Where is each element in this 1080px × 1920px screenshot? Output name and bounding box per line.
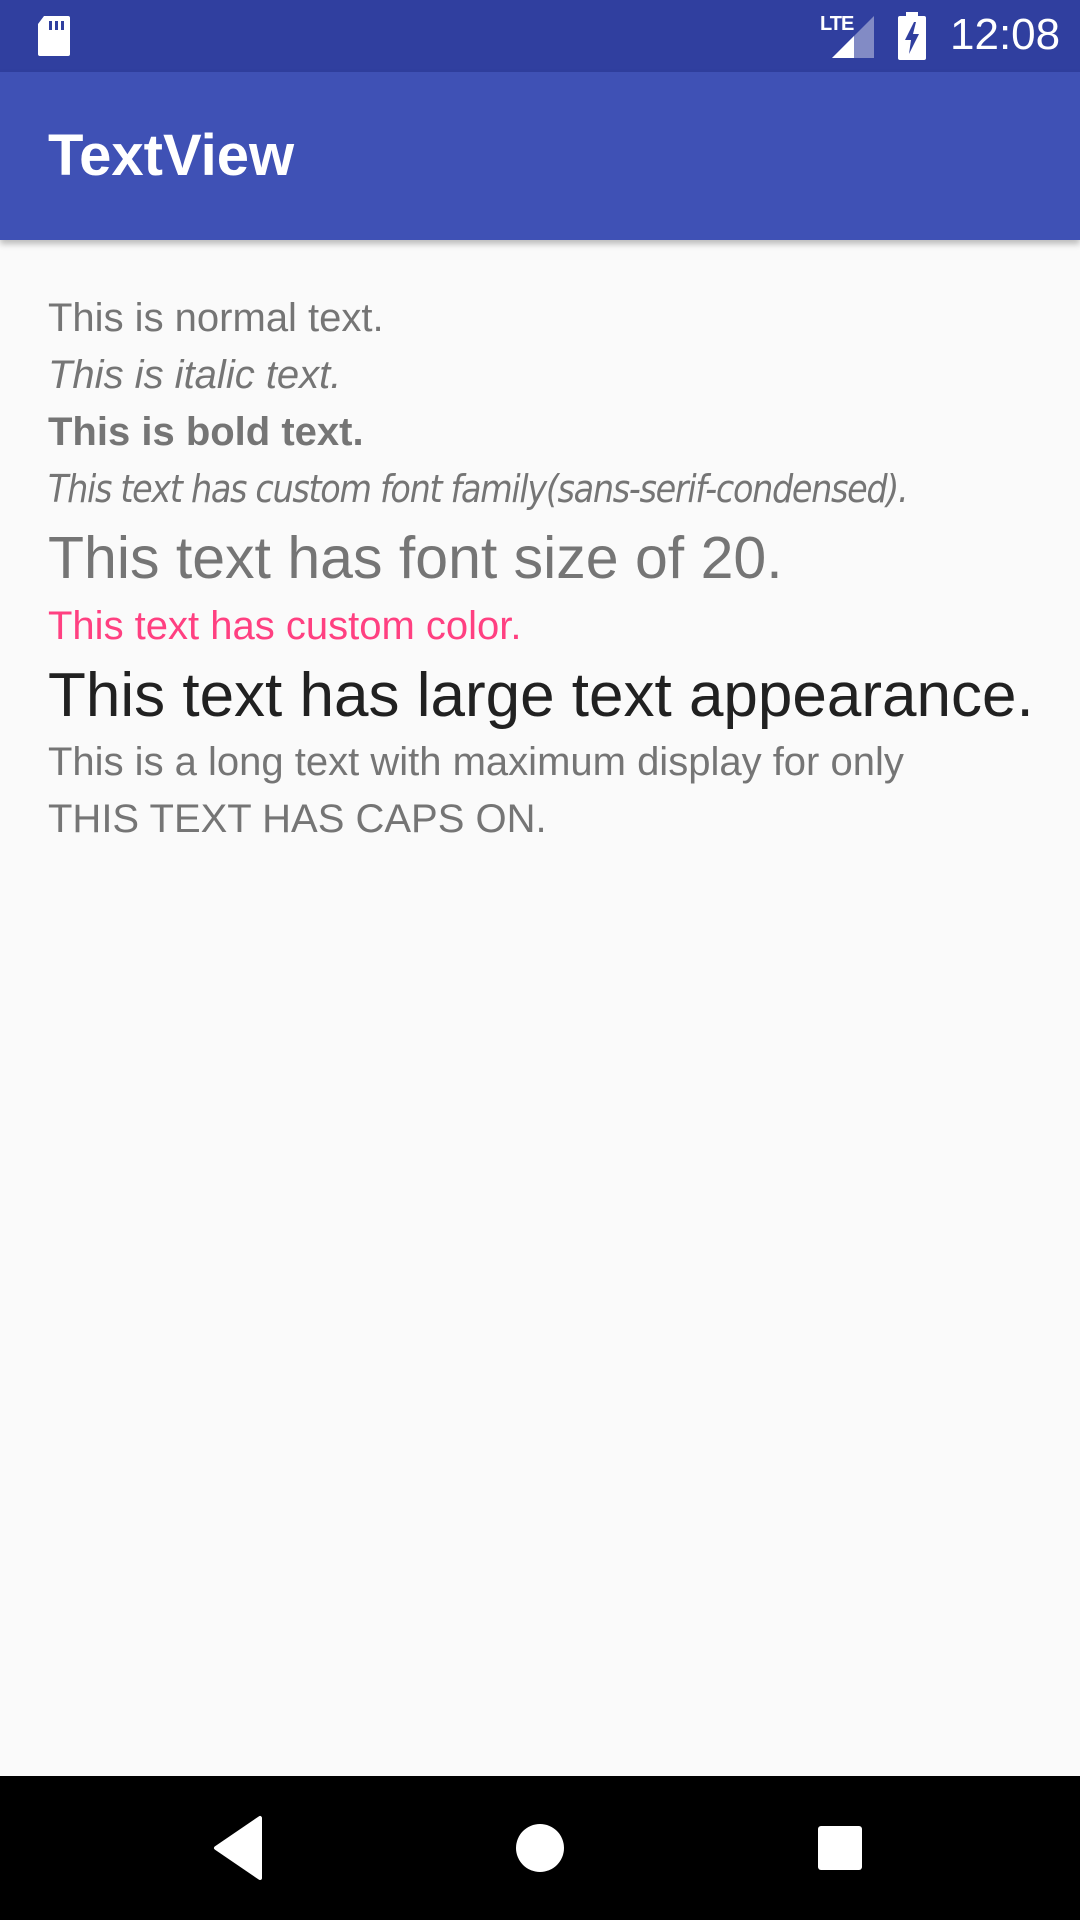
app-bar-title: TextView [48, 123, 295, 188]
battery-charging-icon [898, 12, 926, 60]
large-appearance-text-view: This text has large text appearance. [48, 657, 1038, 734]
long-text-view: This is a long text with maximum display… [48, 740, 904, 784]
font-size-text-view: This text has font size of 20. [48, 525, 783, 591]
sd-card-icon [38, 16, 70, 56]
lte-signal-icon [832, 16, 874, 58]
recents-icon[interactable] [798, 1806, 882, 1890]
home-icon[interactable] [498, 1806, 582, 1890]
bold-text-view: This is bold text. [48, 410, 364, 454]
normal-text-view: This is normal text. [48, 296, 384, 340]
large-appearance-text: This text has large text appearance. [48, 661, 1034, 730]
text-view-list: This is normal text. This is italic text… [48, 290, 1038, 848]
custom-font-text-view: This text has custom font family(sans-se… [48, 467, 909, 511]
status-clock: 12:08 [950, 10, 1061, 59]
status-bar: LTE 12:08 [0, 0, 1080, 72]
navigation-bar [0, 1776, 1080, 1920]
italic-text-view: This is italic text. [48, 353, 342, 397]
caps-text-view: THIS TEXT HAS CAPS ON. [48, 797, 547, 841]
back-icon[interactable] [198, 1806, 282, 1890]
app-bar: TextView [0, 72, 1080, 240]
custom-color-text-view: This text has custom color. [48, 604, 522, 648]
screen: LTE 12:08 TextView This is normal text. … [0, 0, 1080, 1920]
